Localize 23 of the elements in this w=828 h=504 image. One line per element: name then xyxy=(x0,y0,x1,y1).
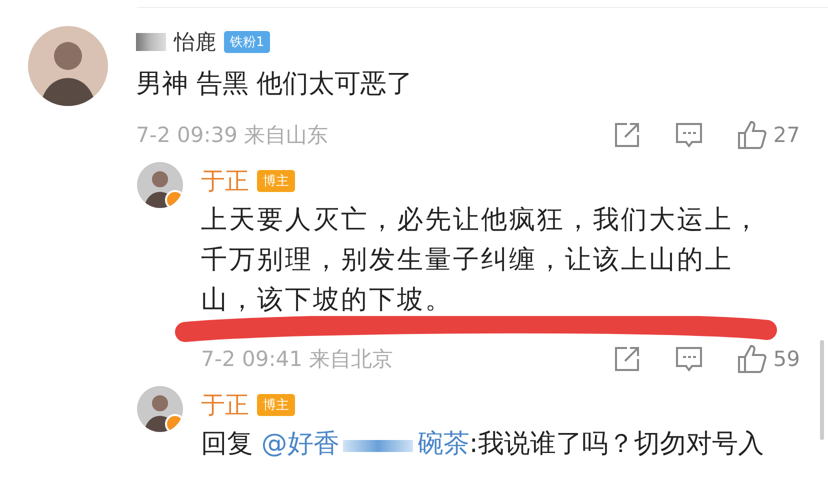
user-name[interactable]: 怡鹿 xyxy=(174,28,216,56)
avatar[interactable] xyxy=(137,162,183,208)
comment-text: 回复 @好香 碗茶:我说谁了吗？切勿对号入 xyxy=(201,428,766,461)
user-badge: 博主 xyxy=(257,394,295,416)
comment-text: 上天要人灭亡，必先让他疯狂，我们大运上，千万别理，别发生量子纠缠，让该上山的上山，该下坡的下坡。 xyxy=(201,204,762,317)
thumbs-up-icon[interactable] xyxy=(737,344,768,374)
mention-link[interactable]: @好香 碗茶 xyxy=(261,429,470,459)
user-name[interactable]: 于正 xyxy=(201,389,249,421)
user-name[interactable]: 于正 xyxy=(201,165,249,197)
share-icon[interactable] xyxy=(613,345,642,373)
scroll-bar[interactable] xyxy=(820,340,824,440)
comment-meta: 7-2 09:39 来自山东 xyxy=(136,122,328,149)
comment-icon[interactable] xyxy=(675,121,704,149)
like-count: 59 xyxy=(773,347,800,371)
like-count: 27 xyxy=(773,123,800,147)
thumbs-up-icon[interactable] xyxy=(737,120,768,150)
user-badge: 博主 xyxy=(257,170,295,192)
share-icon[interactable] xyxy=(613,121,642,149)
comment-icon[interactable] xyxy=(675,345,704,373)
avatar[interactable] xyxy=(137,386,183,432)
comment-text: 男神 告黑 他们太可恶了 xyxy=(136,68,414,101)
comment-meta: 7-2 09:41 来自北京 xyxy=(201,346,394,373)
user-badge: 铁粉1 xyxy=(224,31,270,53)
